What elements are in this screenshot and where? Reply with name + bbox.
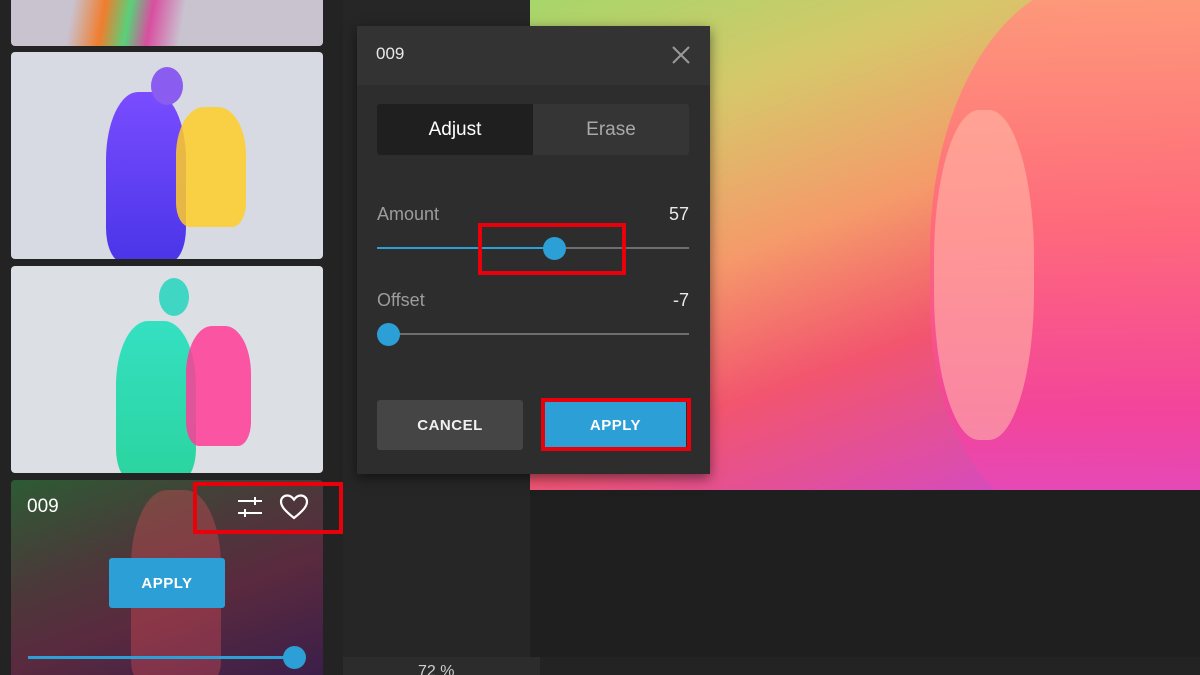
filter-apply-button[interactable]: APPLY: [109, 558, 225, 608]
filter-thumbnail[interactable]: [11, 52, 323, 259]
filter-name: 009: [27, 496, 59, 517]
highlight-box: [541, 398, 691, 451]
amount-label: Amount: [377, 204, 440, 224]
offset-slider-track[interactable]: [377, 333, 689, 335]
filter-strength-handle[interactable]: [283, 646, 306, 669]
filter-strength-track[interactable]: [28, 656, 296, 659]
canvas-subject: [934, 110, 1034, 440]
zoom-control[interactable]: 72 %: [343, 657, 540, 675]
filter-sidebar: 009 APPLY: [0, 0, 343, 675]
zoom-level: 72 %: [418, 663, 455, 675]
tab-adjust[interactable]: Adjust: [377, 104, 533, 155]
thumbnail-figure: [159, 278, 189, 316]
offset-slider-handle[interactable]: [377, 323, 400, 346]
dialog-title: 009: [376, 44, 405, 63]
amount-value: 57: [668, 204, 689, 224]
offset-label: Offset: [377, 290, 425, 310]
thumbnail-figure: [151, 67, 183, 105]
thumbnail-figure: [176, 107, 246, 227]
dialog-header: 009: [357, 26, 710, 85]
highlight-box: [478, 223, 626, 275]
filter-adjust-dialog: 009 Adjust Erase Amount 57 Offset -7 CAN…: [357, 26, 710, 474]
close-icon[interactable]: [667, 41, 695, 69]
cancel-button[interactable]: CANCEL: [377, 400, 523, 450]
tab-erase[interactable]: Erase: [533, 104, 689, 155]
offset-value: -7: [672, 290, 689, 310]
mode-tabs: Adjust Erase: [377, 104, 689, 155]
filter-thumbnail[interactable]: [11, 0, 323, 46]
bottom-toolbar: 72 %: [343, 657, 1200, 675]
thumbnail-figure: [106, 92, 186, 259]
highlight-box: [193, 482, 343, 534]
thumbnail-figure: [116, 321, 196, 473]
filter-thumbnail[interactable]: [11, 266, 323, 473]
thumbnail-figure: [186, 326, 251, 446]
